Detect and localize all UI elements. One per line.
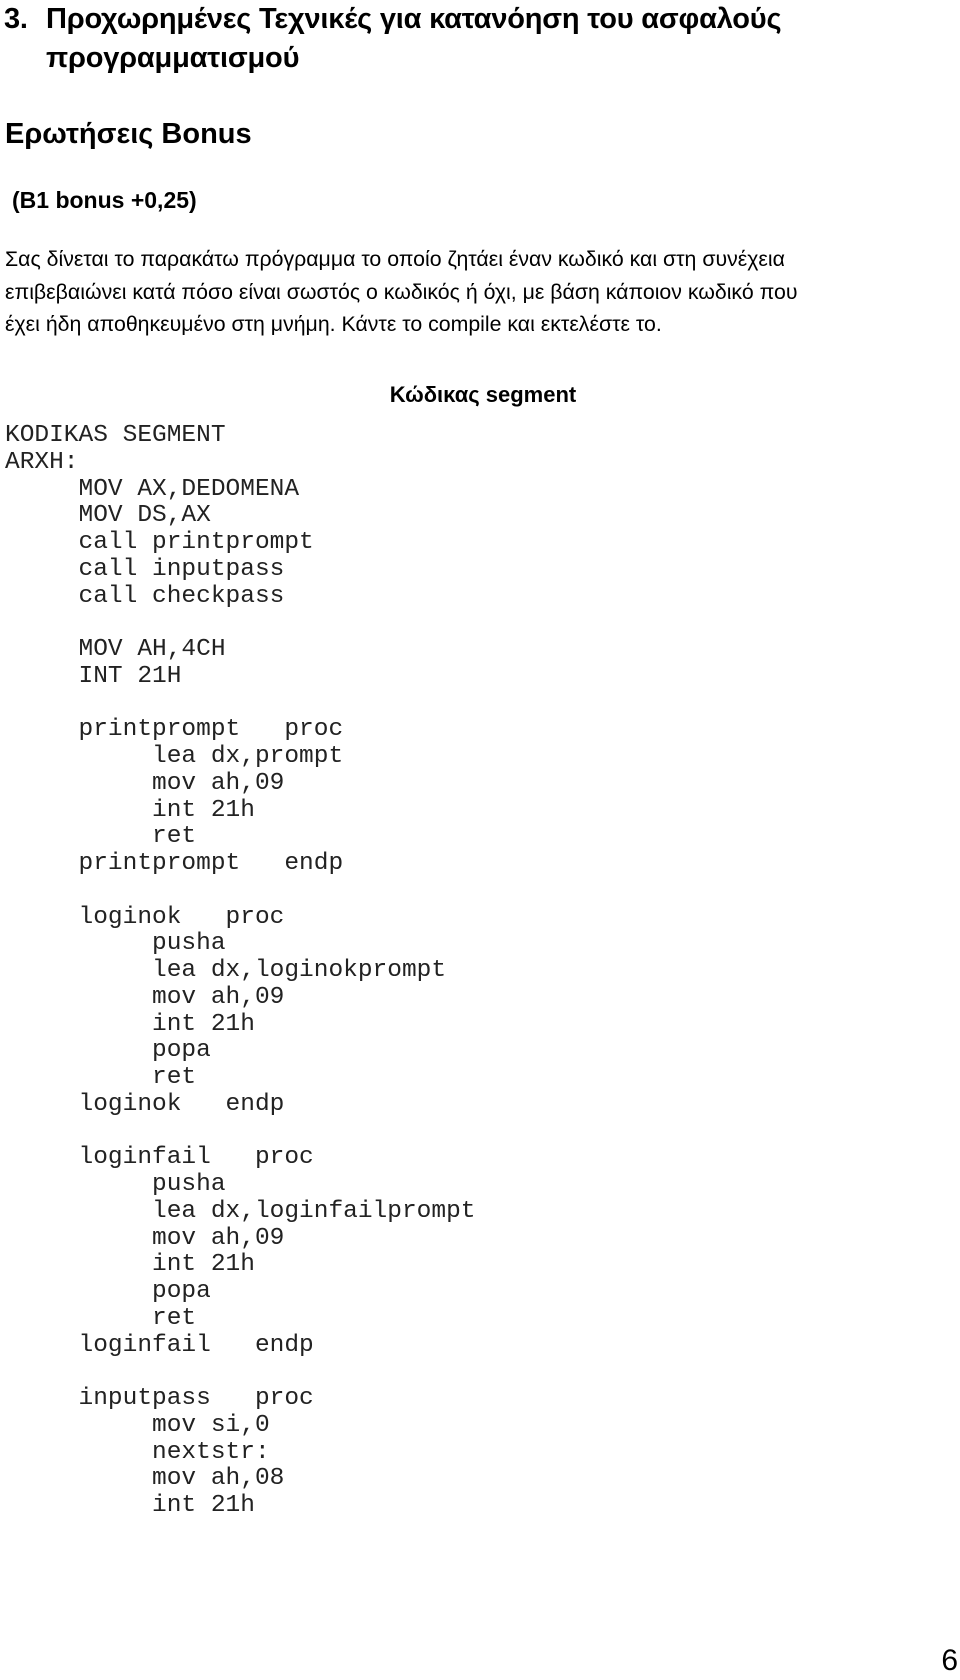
code-line: mov ah,09 [5, 1224, 285, 1252]
intro-paragraph-line: Σας δίνεται το παρακάτω πρόγραμμα το οπο… [5, 247, 785, 271]
bonus-label: (B1 bonus +0,25) [12, 187, 197, 213]
section-title: 3. Προχωρημένες Τεχνικές για κατανόηση το… [4, 0, 960, 78]
code-line: popa [5, 1037, 211, 1065]
code-line: loginfail endp [5, 1331, 314, 1359]
code-line: call inputpass [5, 555, 285, 583]
code-line: pusha [5, 1171, 226, 1198]
code-line: ARXH: [5, 448, 79, 476]
code-line: mov ah,08 [5, 1465, 285, 1493]
code-line: mov ah,09 [5, 769, 285, 797]
code-line: int 21h [5, 1251, 255, 1279]
code-line: lea dx,prompt [5, 743, 344, 770]
code-line: int 21h [5, 1010, 255, 1038]
code-line: MOV DS,AX [5, 502, 211, 530]
code-listing: KODIKAS SEGMENT ARXH: MOV AX,DEDOMENA MOV… [5, 422, 476, 1520]
code-line: loginok proc [5, 903, 285, 931]
code-line: INT 21H [5, 662, 182, 690]
code-line: int 21h [5, 1492, 255, 1519]
code-line: ret [5, 1064, 197, 1091]
intro-paragraph-line: έχει ήδη αποθηκευμένο στη μνήμη. Κάντε τ… [5, 312, 662, 336]
code-line: printprompt proc [5, 716, 344, 744]
code-line: call printprompt [5, 529, 314, 556]
intro-paragraph-line: επιβεβαιώνει κατά πόσο είναι σωστός ο κω… [5, 279, 798, 304]
page-number: 6 [941, 1644, 958, 1677]
code-line: int 21h [5, 796, 255, 824]
code-line: lea dx,loginfailprompt [5, 1197, 476, 1225]
code-line: mov si,0 [5, 1411, 270, 1439]
code-caption: Κώδικας segment [389, 382, 577, 407]
code-line: printprompt endp [5, 850, 344, 877]
code-line: call checkpass [5, 582, 285, 610]
code-line: MOV AH,4CH [5, 636, 226, 663]
code-line: pusha [5, 930, 226, 958]
code-line: inputpass proc [5, 1385, 314, 1412]
code-line: mov ah,09 [5, 983, 285, 1011]
code-line: KODIKAS SEGMENT [5, 422, 226, 449]
code-line: loginok endp [5, 1090, 285, 1118]
section-number: 3. [4, 3, 28, 35]
bonus-questions-heading: Ερωτήσεις Bonus [5, 118, 252, 150]
code-line: ret [5, 823, 197, 851]
code-line: popa [5, 1278, 211, 1305]
code-line: ret [5, 1304, 197, 1332]
section-title-line-1: Προχωρημένες Τεχνικές για κατανόηση του … [46, 3, 782, 35]
intro-paragraph: Σας δίνεται το παρακάτω πρόγραμμα το οπο… [5, 243, 960, 341]
code-line: loginfail proc [5, 1144, 314, 1172]
code-line: nextstr: [5, 1438, 270, 1466]
section-title-line-2: προγραμματισμού [46, 42, 300, 74]
code-line: MOV AX,DEDOMENA [5, 475, 300, 503]
code-line: lea dx,loginokprompt [5, 957, 447, 984]
